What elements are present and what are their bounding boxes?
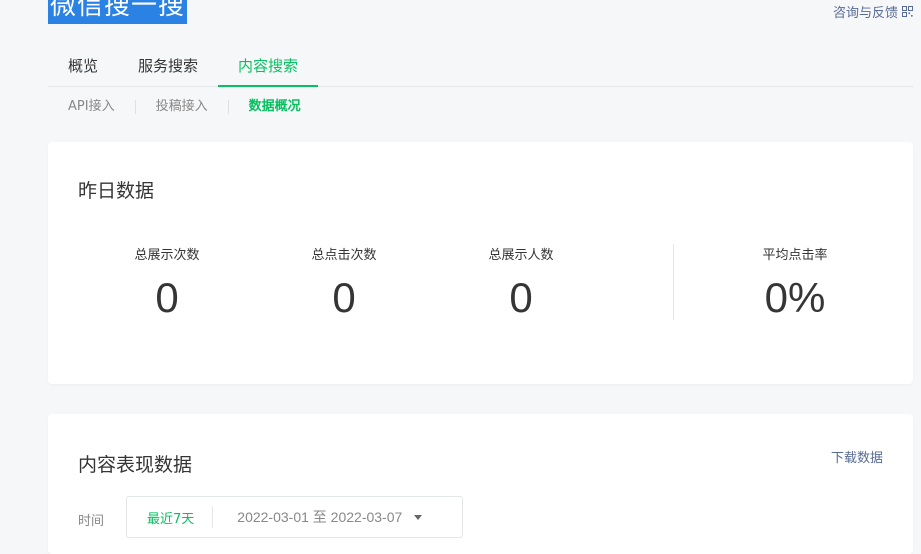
yesterday-data-card: 昨日数据 总展示次数 0 总点击次数 0 总展示人数 0 平均点击率 0% — [48, 142, 913, 384]
stat-label: 总点击次数 — [311, 248, 377, 263]
time-label: 时间 — [78, 514, 105, 529]
stat-total-clicks: 总点击次数 0 — [274, 246, 414, 324]
subtab-api-access[interactable]: API接入 — [48, 96, 135, 118]
subtab-submission-access[interactable]: 投稿接入 — [136, 96, 228, 118]
stat-divider — [673, 244, 674, 320]
date-range-select[interactable]: 2022-03-01 至 2022-03-07 — [213, 507, 402, 527]
tab-content-search[interactable]: 内容搜索 — [218, 46, 319, 87]
subtab-data-overview[interactable]: 数据概况 — [229, 96, 321, 118]
content-performance-card: 内容表现数据 下载数据 时间 最近7天 2022-03-01 至 2022-03… — [48, 414, 913, 554]
stat-label: 总展示人数 — [488, 248, 554, 263]
stat-label: 平均点击率 — [762, 248, 828, 263]
qr-code-icon — [902, 6, 913, 17]
stat-label: 总展示次数 — [134, 248, 200, 263]
stat-avg-ctr: 平均点击率 0% — [725, 246, 865, 324]
main-tabs: 概览 服务搜索 内容搜索 — [48, 46, 913, 87]
stat-value: 0 — [509, 274, 533, 321]
quick-range-last-7-days[interactable]: 最近7天 — [127, 508, 212, 527]
stat-total-impressions: 总展示次数 0 — [97, 246, 237, 324]
page-title: 微信搜一搜 — [48, 0, 188, 24]
yesterday-data-title: 昨日数据 — [78, 180, 155, 202]
content-performance-title: 内容表现数据 — [78, 454, 193, 476]
stat-value: 0% — [764, 274, 826, 321]
stat-value: 0 — [332, 274, 356, 321]
feedback-label: 咨询与反馈 — [832, 6, 898, 21]
sub-tabs: API接入 投稿接入 数据概况 — [48, 96, 321, 118]
download-data-link[interactable]: 下载数据 — [831, 447, 883, 466]
tab-service-search[interactable]: 服务搜索 — [118, 46, 218, 86]
stat-value: 0 — [155, 274, 179, 321]
time-range-picker: 最近7天 2022-03-01 至 2022-03-07 — [126, 496, 463, 538]
tab-overview[interactable]: 概览 — [48, 46, 118, 86]
chevron-down-icon[interactable] — [414, 514, 423, 520]
feedback-link[interactable]: 咨询与反馈 — [833, 2, 913, 21]
stat-total-viewers: 总展示人数 0 — [451, 246, 591, 324]
